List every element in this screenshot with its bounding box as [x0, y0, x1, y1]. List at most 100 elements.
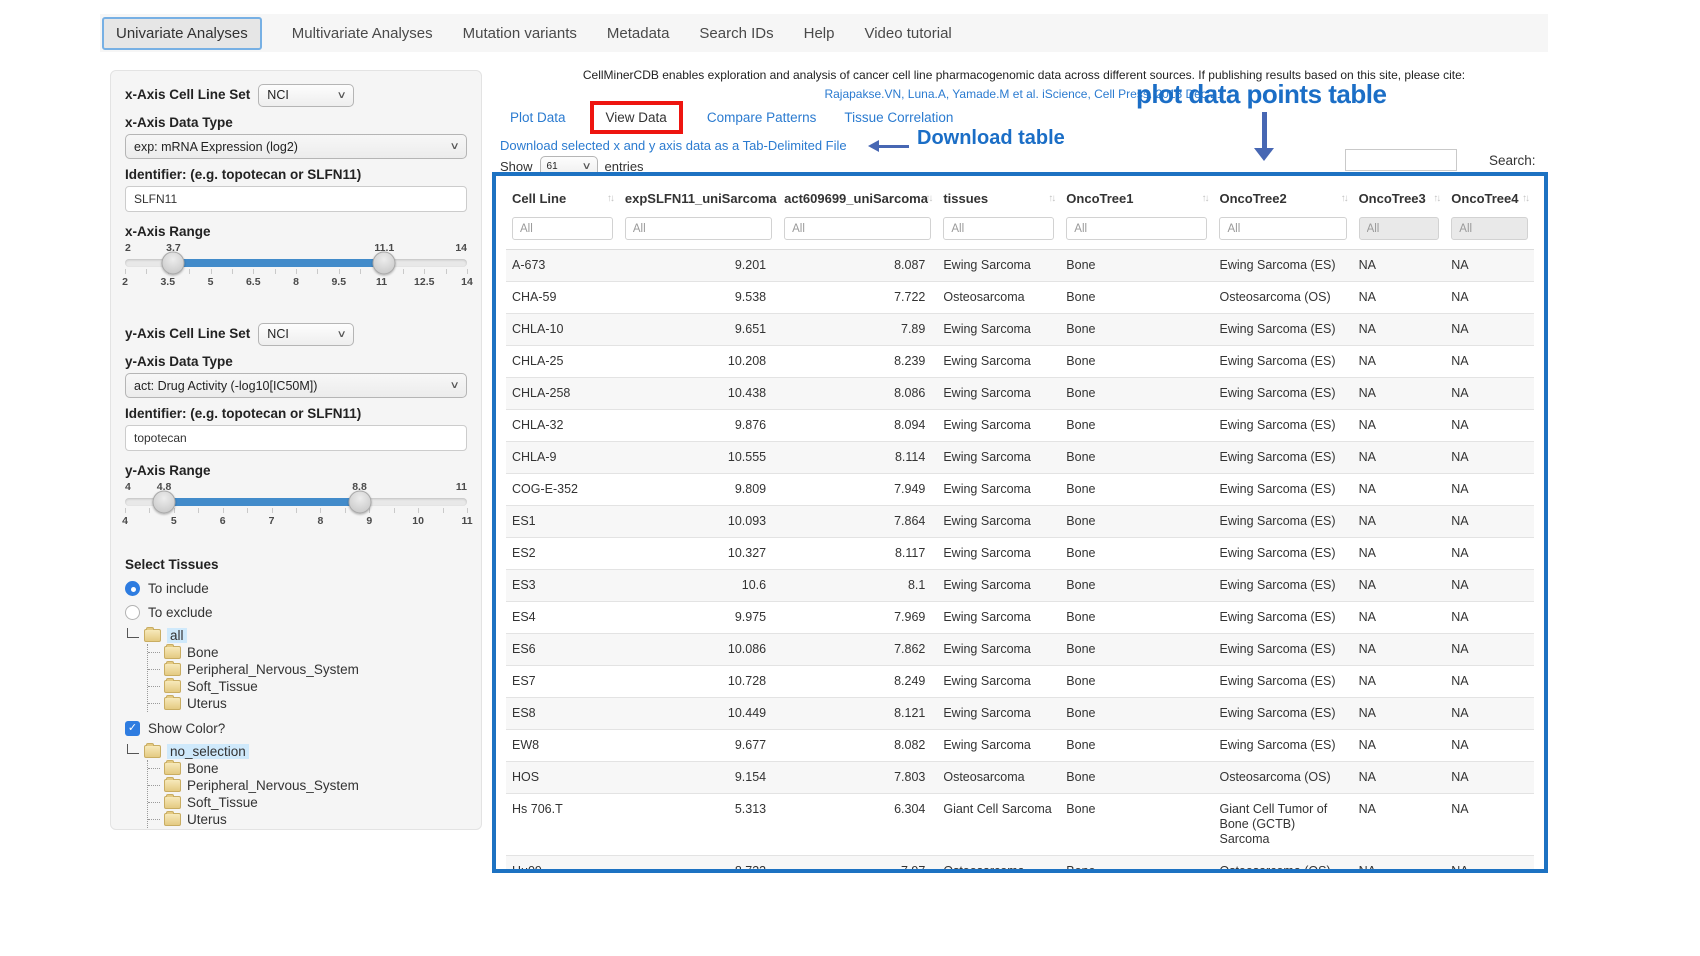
tissues-include-label: To include — [148, 581, 209, 596]
filter-input-oncotree4[interactable] — [1451, 217, 1528, 240]
tree-node-label: Soft_Tissue — [187, 678, 258, 695]
nav-tab-help[interactable]: Help — [804, 25, 835, 42]
filter-input-oncotree1[interactable] — [1066, 217, 1207, 240]
x-axis-range-slider[interactable]: 23.711.11423.556.589.51112.514 — [125, 242, 467, 298]
cell-expslfn11-unisarcoma: 9.809 — [619, 474, 778, 506]
tree-node-soft-tissue[interactable]: Soft_Tissue — [148, 678, 467, 695]
slider-handle-low[interactable] — [162, 252, 185, 275]
y-axis-data-type-select[interactable]: act: Drug Activity (-log10[IC50M]) ∨ — [125, 373, 467, 398]
x-axis-identifier-input[interactable] — [125, 186, 467, 212]
table-row[interactable]: ES310.68.1Ewing SarcomaBoneEwing Sarcoma… — [506, 570, 1534, 602]
tree-node-peripheral-nervous-system[interactable]: Peripheral_Nervous_System — [148, 661, 467, 678]
citation-link[interactable]: Rajapakse.VN, Luna.A, Yamade.M et al. iS… — [500, 87, 1548, 101]
tab-compare-patterns[interactable]: Compare Patterns — [707, 110, 817, 125]
folder-icon — [164, 813, 181, 826]
slider-tick-label: 2 — [122, 276, 128, 288]
cell-oncotree2: Ewing Sarcoma (ES) — [1213, 442, 1352, 474]
tree-node-soft-tissue[interactable]: Soft_Tissue — [148, 794, 467, 811]
x-axis-data-type-select[interactable]: exp: mRNA Expression (log2) ∨ — [125, 134, 467, 159]
x-axis-cell-line-set-select[interactable]: NCI ∨ — [258, 84, 354, 107]
tree-node-no-selection[interactable]: no_selection — [125, 743, 467, 760]
table-row[interactable]: CHLA-910.5558.114Ewing SarcomaBoneEwing … — [506, 442, 1534, 474]
column-header-oncotree4[interactable]: ↑↓OncoTree4 — [1445, 178, 1534, 215]
table-row[interactable]: CHLA-2510.2088.239Ewing SarcomaBoneEwing… — [506, 346, 1534, 378]
cell-oncotree4: NA — [1445, 506, 1534, 538]
cell-oncotree2: Ewing Sarcoma (ES) — [1213, 410, 1352, 442]
annotation-down-arrow-icon — [1254, 112, 1274, 161]
table-row[interactable]: ES210.3278.117Ewing SarcomaBoneEwing Sar… — [506, 538, 1534, 570]
tissues-include-radio[interactable]: To include — [125, 580, 467, 597]
table-row[interactable]: ES810.4498.121Ewing SarcomaBoneEwing Sar… — [506, 698, 1534, 730]
filter-input-cell-line[interactable] — [512, 217, 613, 240]
column-header-oncotree1[interactable]: ↑↓OncoTree1 — [1060, 178, 1213, 215]
column-header-oncotree2[interactable]: ↑↓OncoTree2 — [1213, 178, 1352, 215]
cell-tissues: Ewing Sarcoma — [937, 378, 1060, 410]
cell-expslfn11-unisarcoma: 10.093 — [619, 506, 778, 538]
folder-icon — [164, 796, 181, 809]
slider-handle-high[interactable] — [348, 491, 371, 514]
cell-oncotree2: Giant Cell Tumor of Bone (GCTB) Sarcoma — [1213, 794, 1352, 856]
cell-oncotree3: NA — [1353, 570, 1446, 602]
filter-input-oncotree3[interactable] — [1359, 217, 1440, 240]
table-row[interactable]: EW89.6778.082Ewing SarcomaBoneEwing Sarc… — [506, 730, 1534, 762]
nav-tab-search-ids[interactable]: Search IDs — [699, 25, 773, 42]
table-row[interactable]: CHLA-109.6517.89Ewing SarcomaBoneEwing S… — [506, 314, 1534, 346]
table-row[interactable]: CHLA-329.8768.094Ewing SarcomaBoneEwing … — [506, 410, 1534, 442]
table-row[interactable]: ES49.9757.969Ewing SarcomaBoneEwing Sarc… — [506, 602, 1534, 634]
nav-tab-mutation-variants[interactable]: Mutation variants — [463, 25, 577, 42]
table-row[interactable]: Hu098.7337.97OsteosarcomaBoneOsteosarcom… — [506, 856, 1534, 874]
table-row[interactable]: COG-E-3529.8097.949Ewing SarcomaBoneEwin… — [506, 474, 1534, 506]
table-row[interactable]: HOS9.1547.803OsteosarcomaBoneOsteosarcom… — [506, 762, 1534, 794]
table-row[interactable]: ES710.7288.249Ewing SarcomaBoneEwing Sar… — [506, 666, 1534, 698]
slider-handle-high[interactable] — [373, 252, 396, 275]
column-header-cell-line[interactable]: ↑↓Cell Line — [506, 178, 619, 215]
tree-node-label: no_selection — [167, 744, 249, 759]
slider-handle-low[interactable] — [153, 491, 176, 514]
download-tab-delimited-link[interactable]: Download selected x and y axis data as a… — [500, 138, 847, 153]
filter-input-expslfn11-unisarcoma[interactable] — [625, 217, 772, 240]
tree-node-uterus[interactable]: Uterus — [148, 811, 467, 828]
nav-tab-univariate-analyses[interactable]: Univariate Analyses — [102, 17, 262, 50]
filter-input-act609699-unisarcoma[interactable] — [784, 217, 931, 240]
show-color-checkbox[interactable]: ✓ Show Color? — [125, 720, 467, 737]
filter-input-tissues[interactable] — [943, 217, 1054, 240]
table-body: A-6739.2018.087Ewing SarcomaBoneEwing Sa… — [506, 250, 1534, 874]
cell-tissues: Ewing Sarcoma — [937, 442, 1060, 474]
tree-node-label: Bone — [187, 644, 219, 661]
column-header-expslfn11-unisarcoma[interactable]: ↑↓expSLFN11_uniSarcoma — [619, 178, 778, 215]
nav-tab-metadata[interactable]: Metadata — [607, 25, 670, 42]
annotation-plot-data-points-table: plot data points table — [1136, 79, 1386, 110]
tissues-exclude-radio[interactable]: To exclude — [125, 604, 467, 621]
tab-view-data[interactable]: View Data — [590, 101, 683, 134]
column-header-oncotree3[interactable]: ↑↓OncoTree3 — [1353, 178, 1446, 215]
table-row[interactable]: ES110.0937.864Ewing SarcomaBoneEwing Sar… — [506, 506, 1534, 538]
cell-oncotree3: NA — [1353, 314, 1446, 346]
table-row[interactable]: CHLA-25810.4388.086Ewing SarcomaBoneEwin… — [506, 378, 1534, 410]
table-row[interactable]: Hs 706.T5.3136.304Giant Cell SarcomaBone… — [506, 794, 1534, 856]
table-row[interactable]: A-6739.2018.087Ewing SarcomaBoneEwing Sa… — [506, 250, 1534, 282]
table-row[interactable]: CHA-599.5387.722OsteosarcomaBoneOsteosar… — [506, 282, 1534, 314]
search-input[interactable] — [1345, 149, 1457, 171]
y-axis-identifier-input[interactable] — [125, 425, 467, 451]
tree-node-peripheral-nervous-system[interactable]: Peripheral_Nervous_System — [148, 777, 467, 794]
cell-oncotree2: Osteosarcoma (OS) — [1213, 282, 1352, 314]
y-axis-range-slider[interactable]: 44.88.8114567891011 — [125, 481, 467, 537]
tree-node-all[interactable]: all — [125, 627, 467, 644]
x-axis-cell-line-set-label: x-Axis Cell Line Set — [125, 87, 250, 103]
tree-node-uterus[interactable]: Uterus — [148, 695, 467, 712]
cell-oncotree2: Ewing Sarcoma (ES) — [1213, 314, 1352, 346]
nav-tab-multivariate-analyses[interactable]: Multivariate Analyses — [292, 25, 433, 42]
tree-elbow-icon — [127, 744, 139, 754]
slider-tick-label: 11 — [461, 515, 472, 527]
tab-tissue-correlation[interactable]: Tissue Correlation — [844, 110, 953, 125]
table-row[interactable]: ES610.0867.862Ewing SarcomaBoneEwing Sar… — [506, 634, 1534, 666]
tree-node-bone[interactable]: Bone — [148, 760, 467, 777]
column-header-act609699-unisarcoma[interactable]: ↑↓act609699_uniSarcoma — [778, 178, 937, 215]
cell-oncotree4: NA — [1445, 570, 1534, 602]
column-header-tissues[interactable]: ↑↓tissues — [937, 178, 1060, 215]
filter-input-oncotree2[interactable] — [1219, 217, 1346, 240]
nav-tab-video-tutorial[interactable]: Video tutorial — [864, 25, 951, 42]
tree-node-bone[interactable]: Bone — [148, 644, 467, 661]
y-axis-cell-line-set-select[interactable]: NCI ∨ — [258, 323, 354, 346]
tab-plot-data[interactable]: Plot Data — [510, 110, 566, 125]
